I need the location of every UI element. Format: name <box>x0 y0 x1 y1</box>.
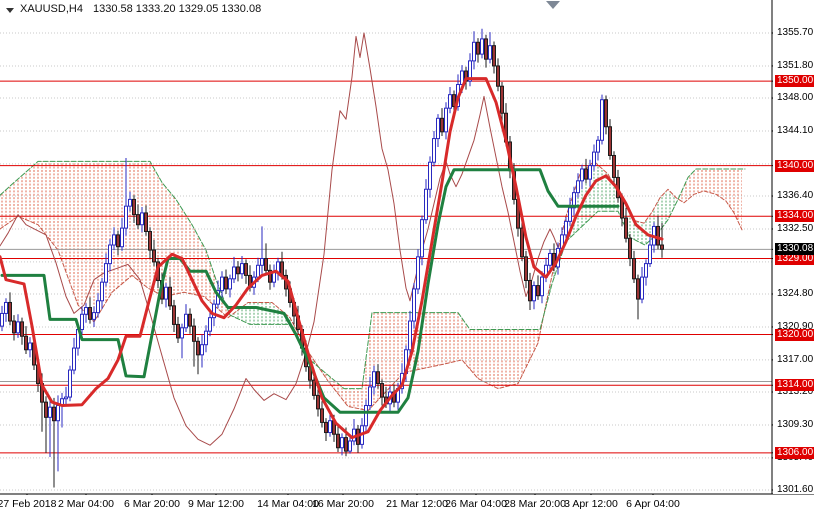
symbol-period-label: XAUUSD,H4 <box>20 3 83 15</box>
price-level-label: 1350.00 <box>775 75 814 87</box>
price-grid-label: 1309.30 <box>777 419 814 430</box>
price-grid-label: 1336.40 <box>777 190 814 201</box>
chart-shift-marker-icon[interactable] <box>546 1 560 9</box>
time-label: 6 Mar 20:00 <box>123 498 181 510</box>
price-level-label: 1334.00 <box>775 210 814 222</box>
time-label: 27 Feb 2018 <box>0 498 57 510</box>
time-label: 26 Mar 04:00 <box>445 498 507 510</box>
time-label: 16 Mar 20:00 <box>312 498 374 510</box>
price-grid-label: 1332.50 <box>777 223 814 234</box>
price-level-label: 1306.00 <box>775 447 814 459</box>
time-label: 14 Mar 04:00 <box>257 498 319 510</box>
ohlc-quote-label: 1330.58 1333.20 1329.05 1330.08 <box>92 3 262 15</box>
chart-title: XAUUSD,H4 1330.58 1333.20 1329.05 1330.08 <box>20 3 261 15</box>
time-label: 2 Mar 04:00 <box>57 498 115 510</box>
time-label: 28 Mar 20:00 <box>504 498 566 510</box>
price-level-label: 1314.00 <box>775 379 814 391</box>
price-axis[interactable]: 1355.70 1351.80 1348.00 1344.10 1336.40 1332.… <box>773 0 814 495</box>
time-axis[interactable]: 27 Feb 2018 2 Mar 04:00 6 Mar 20:00 9 Mar 1… <box>0 495 814 514</box>
price-grid-label: 1348.00 <box>777 92 814 103</box>
price-grid-label: 1317.00 <box>777 354 814 365</box>
time-label: 3 Apr 12:00 <box>564 498 618 510</box>
price-grid-label: 1324.80 <box>777 288 814 299</box>
price-level-label: 1340.00 <box>775 160 814 172</box>
time-label: 6 Apr 04:00 <box>626 498 680 510</box>
triangle-down-icon[interactable] <box>6 8 14 13</box>
time-label: 9 Mar 12:00 <box>187 498 245 510</box>
current-price-label: 1330.08 <box>775 243 814 255</box>
time-label: 21 Mar 12:00 <box>386 498 448 510</box>
chart-window: XAUUSD,H4 1330.58 1333.20 1329.05 1330.08… <box>0 0 814 514</box>
price-grid-label: 1351.80 <box>777 60 814 71</box>
price-grid-label: 1355.70 <box>777 27 814 38</box>
chart-canvas[interactable] <box>0 0 814 514</box>
price-grid-label: 1344.10 <box>777 125 814 136</box>
price-level-label: 1320.00 <box>775 329 814 341</box>
